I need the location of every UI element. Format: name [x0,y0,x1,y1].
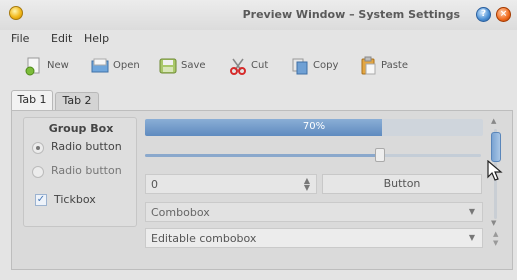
toolbar-open-label: Open [113,60,140,71]
scissors-icon [230,58,246,75]
slider-handle[interactable] [375,148,386,162]
side-spin-arrows-icon[interactable]: ▲ ▼ [493,230,498,248]
tab-1[interactable]: Tab 1 [11,90,53,110]
radio-button-2[interactable] [32,166,44,178]
help-button[interactable]: ? [476,7,491,22]
open-folder-icon [91,58,109,73]
close-icon: × [499,9,508,19]
window-title: Preview Window – System Settings [242,8,460,21]
preview-window: Preview Window – System Settings ? × Fil… [0,0,517,280]
toolbar-cut-label: Cut [251,60,269,71]
tickbox[interactable]: ✓ [35,194,47,206]
combobox-value: Combobox [151,206,210,219]
copy-icon [292,58,308,75]
push-button[interactable]: Button [322,174,482,194]
combobox-arrow-icon[interactable]: ▼ [469,207,475,216]
slider-fill [145,154,381,157]
toolbar-new-label: New [47,60,69,71]
new-document-icon [25,57,40,76]
radio-button-1-label[interactable]: Radio button [51,140,122,153]
menu-edit[interactable]: Edit [51,32,72,45]
mouse-cursor-icon [487,160,503,181]
editable-combobox-value[interactable]: Editable combobox [151,232,256,245]
editable-combobox[interactable]: Editable combobox ▼ [145,228,483,248]
spinbox-value: 0 [151,178,158,191]
save-icon [159,58,177,74]
combobox[interactable]: Combobox ▼ [145,202,483,222]
scroll-up-icon[interactable]: ▲ [491,117,496,125]
scroll-handle[interactable] [491,132,501,162]
toolbar-save-label: Save [181,60,206,71]
spinbox-arrows-icon[interactable]: ▲ ▼ [304,177,310,192]
scroll-down-icon[interactable]: ▼ [491,219,496,227]
editable-combobox-arrow-icon[interactable]: ▼ [469,233,475,242]
radio-button-2-label[interactable]: Radio button [51,164,122,177]
close-button[interactable]: × [496,7,511,22]
toolbar: New Open Save Cut Copy Paste [0,50,517,84]
title-bar[interactable]: Preview Window – System Settings ? × [0,0,517,30]
group-box-title: Group Box [48,122,114,135]
slider-track[interactable] [145,154,481,157]
toolbar-copy-label: Copy [313,60,339,71]
tab-2[interactable]: Tab 2 [55,92,99,110]
tickbox-label[interactable]: Tickbox [54,193,96,206]
toolbar-paste-label: Paste [381,60,408,71]
progress-text: 70% [302,121,326,132]
app-icon [9,6,23,20]
help-icon: ? [480,9,487,19]
radio-button-1[interactable] [32,142,44,154]
paste-icon [361,56,376,75]
menu-help[interactable]: Help [84,32,109,45]
menu-file[interactable]: File [11,32,29,45]
progress-bar: 70% [145,119,483,136]
group-box: Group Box Radio button Radio button ✓ Ti… [23,117,137,227]
menu-bar: File Edit Help [0,30,517,48]
spinbox[interactable]: 0 ▲ ▼ [145,174,317,194]
